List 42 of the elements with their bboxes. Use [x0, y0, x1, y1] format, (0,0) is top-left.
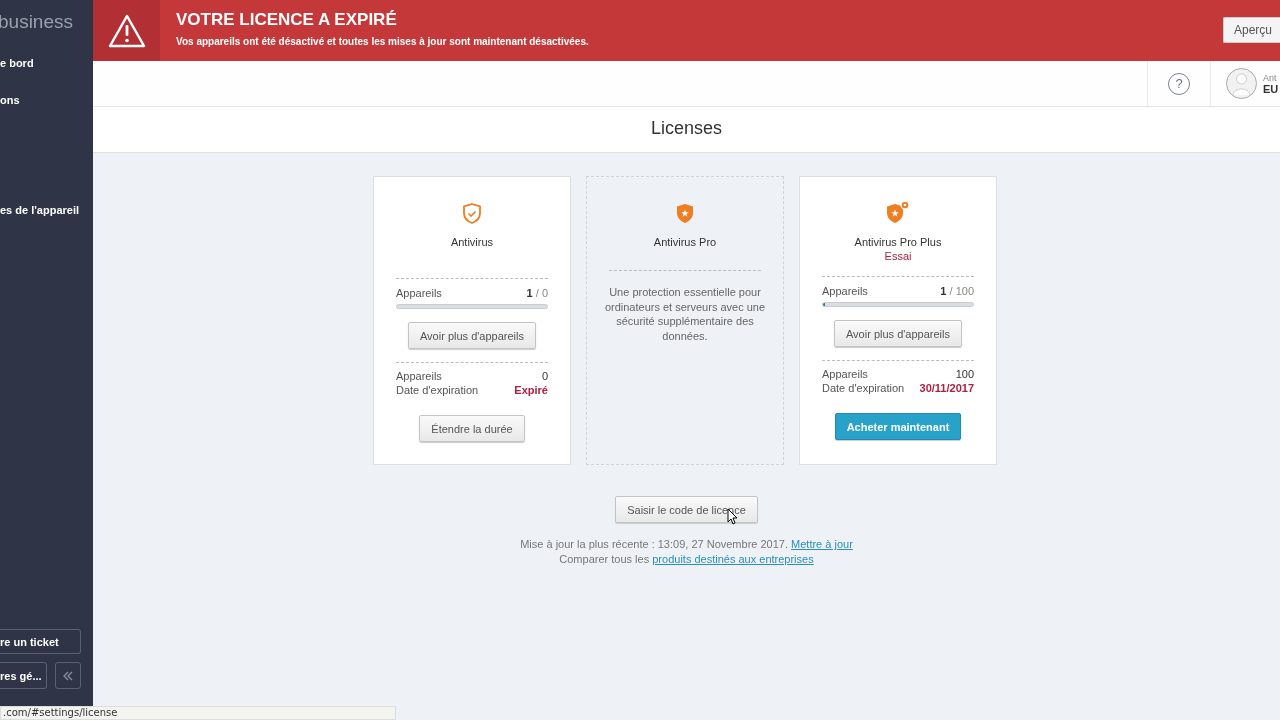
device-count: 1 / 100	[940, 284, 974, 298]
page-title: Licenses	[650, 118, 722, 139]
summary-value: 30/11/2017	[919, 381, 974, 395]
user-role: Ant	[1263, 72, 1278, 83]
summary-label: Date d'expiration	[396, 383, 479, 397]
summary-label: Appareils	[822, 367, 868, 381]
preview-button[interactable]: Aperçu	[1222, 16, 1280, 43]
summary-value: 0	[541, 369, 548, 383]
alert-message: Vos appareils ont été désactivé et toutes les mises à jour sont maintenant désactivées.	[176, 36, 590, 47]
summary-label: Date d'expiration	[822, 381, 905, 395]
double-chevron-icon	[62, 670, 74, 681]
collapse-button[interactable]	[55, 662, 81, 689]
sidebar-item[interactable]: es de l'appareil	[0, 203, 93, 217]
product-name: Antivirus Pro	[653, 236, 717, 248]
extend-button[interactable]: Étendre la durée	[419, 415, 525, 442]
shield-check-icon	[463, 203, 481, 224]
product-name: Antivirus	[450, 236, 494, 248]
alert-title: VOTRE LICENCE A EXPIRÉ	[176, 10, 398, 30]
devices-label: Appareils	[822, 284, 868, 298]
status-label: Essai	[884, 250, 912, 262]
summary-value: 100	[955, 367, 974, 381]
update-info: Mise à jour la plus récente : 13:09, 27 Novembre 2017. Mettre à jour	[519, 537, 854, 552]
summary-label: Appareils	[396, 369, 442, 383]
shield-star-icon	[886, 200, 910, 224]
product-name: Antivirus Pro Plus	[854, 236, 942, 248]
brand-logo: business	[0, 10, 74, 34]
summary-value: Expiré	[514, 383, 548, 397]
status-url: .com/#settings/license	[0, 706, 396, 720]
shield-star-icon	[676, 203, 694, 224]
device-count: 1 / 0	[526, 286, 548, 300]
settings-button[interactable]: res gé...	[0, 662, 47, 689]
sidebar-item[interactable]: ons	[0, 93, 93, 107]
avatar-icon	[1226, 68, 1257, 99]
devices-label: Appareils	[396, 286, 442, 300]
warning-icon	[107, 13, 146, 48]
more-devices-button[interactable]: Avoir plus d'appareils	[408, 322, 536, 349]
product-description: Une protection essentielle pour ordinateurs et serveurs avec une sécurité supplémentaire des données.	[603, 285, 767, 343]
more-devices-button[interactable]: Avoir plus d'appareils	[834, 320, 962, 347]
sidebar-item[interactable]: e bord	[0, 56, 93, 70]
compare-text: Comparer tous les produits destinés aux entreprises	[558, 552, 815, 567]
ticket-button[interactable]: re un ticket	[0, 629, 81, 654]
user-name: EU	[1263, 82, 1279, 95]
